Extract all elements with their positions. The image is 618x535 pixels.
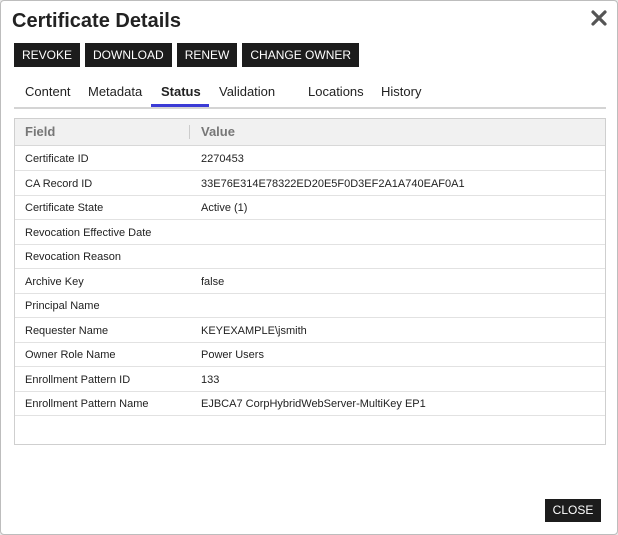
- value-cell: 2270453: [201, 153, 244, 165]
- value-cell: KEYEXAMPLE\jsmith: [201, 325, 307, 337]
- tab-bar: Content Metadata Status Validation Locat…: [14, 80, 606, 109]
- table-row[interactable]: Enrollment Pattern Name EJBCA7 CorpHybri…: [15, 391, 605, 416]
- table-row[interactable]: Certificate State Active (1): [15, 195, 605, 220]
- value-cell: 133: [201, 374, 220, 386]
- table-row[interactable]: CA Record ID 33E76E314E78322ED20E5F0D3EF…: [15, 171, 605, 196]
- field-cell: Enrollment Pattern ID: [25, 374, 131, 386]
- table-row[interactable]: Certificate ID 2270453: [15, 146, 605, 171]
- value-cell: Active (1): [201, 202, 248, 214]
- value-cell: Power Users: [201, 349, 264, 361]
- table-row[interactable]: Owner Role Name Power Users: [15, 342, 605, 367]
- field-cell: Revocation Reason: [25, 251, 122, 263]
- table-row[interactable]: Requester Name KEYEXAMPLE\jsmith: [15, 318, 605, 343]
- tab-validation[interactable]: Validation: [219, 84, 275, 99]
- table-row[interactable]: Principal Name: [15, 293, 605, 318]
- certificate-details-dialog: Certificate Details REVOKE DOWNLOAD RENE…: [0, 0, 618, 535]
- field-cell: Owner Role Name: [25, 349, 116, 361]
- field-cell: Enrollment Pattern Name: [25, 398, 149, 410]
- change-owner-button[interactable]: CHANGE OWNER: [242, 43, 360, 67]
- value-cell: EJBCA7 CorpHybridWebServer-MultiKey EP1: [201, 398, 426, 410]
- field-cell: Principal Name: [25, 300, 100, 312]
- active-tab-indicator: [151, 104, 209, 107]
- renew-button[interactable]: RENEW: [176, 43, 238, 67]
- close-button[interactable]: CLOSE: [545, 499, 601, 522]
- tab-content[interactable]: Content: [25, 84, 71, 99]
- field-cell: Revocation Effective Date: [25, 227, 152, 239]
- table-row[interactable]: Revocation Reason: [15, 244, 605, 269]
- table-row[interactable]: Archive Key false: [15, 269, 605, 294]
- dialog-title: Certificate Details: [12, 10, 181, 32]
- grid-header: Field Value: [15, 119, 605, 146]
- field-cell: Certificate State: [25, 202, 104, 214]
- column-header-value[interactable]: Value: [201, 124, 235, 139]
- close-x-icon[interactable]: [590, 9, 608, 27]
- field-cell: Certificate ID: [25, 153, 89, 165]
- tab-history[interactable]: History: [381, 84, 421, 99]
- value-cell: 33E76E314E78322ED20E5F0D3EF2A1A740EAF0A1: [201, 178, 465, 190]
- download-button[interactable]: DOWNLOAD: [85, 43, 172, 67]
- action-toolbar: REVOKE DOWNLOAD RENEW CHANGE OWNER: [14, 43, 360, 67]
- field-cell: CA Record ID: [25, 178, 93, 190]
- tab-status[interactable]: Status: [161, 84, 201, 99]
- field-cell: Archive Key: [25, 276, 84, 288]
- status-grid: Field Value Certificate ID 2270453 CA Re…: [14, 118, 606, 445]
- column-separator[interactable]: [189, 125, 190, 139]
- tab-metadata[interactable]: Metadata: [88, 84, 142, 99]
- column-header-field[interactable]: Field: [25, 124, 55, 139]
- tab-locations[interactable]: Locations: [308, 84, 364, 99]
- revoke-button[interactable]: REVOKE: [14, 43, 81, 67]
- table-row[interactable]: Enrollment Pattern ID 133: [15, 367, 605, 392]
- value-cell: false: [201, 276, 225, 288]
- table-row[interactable]: Revocation Effective Date: [15, 220, 605, 245]
- field-cell: Requester Name: [25, 325, 109, 337]
